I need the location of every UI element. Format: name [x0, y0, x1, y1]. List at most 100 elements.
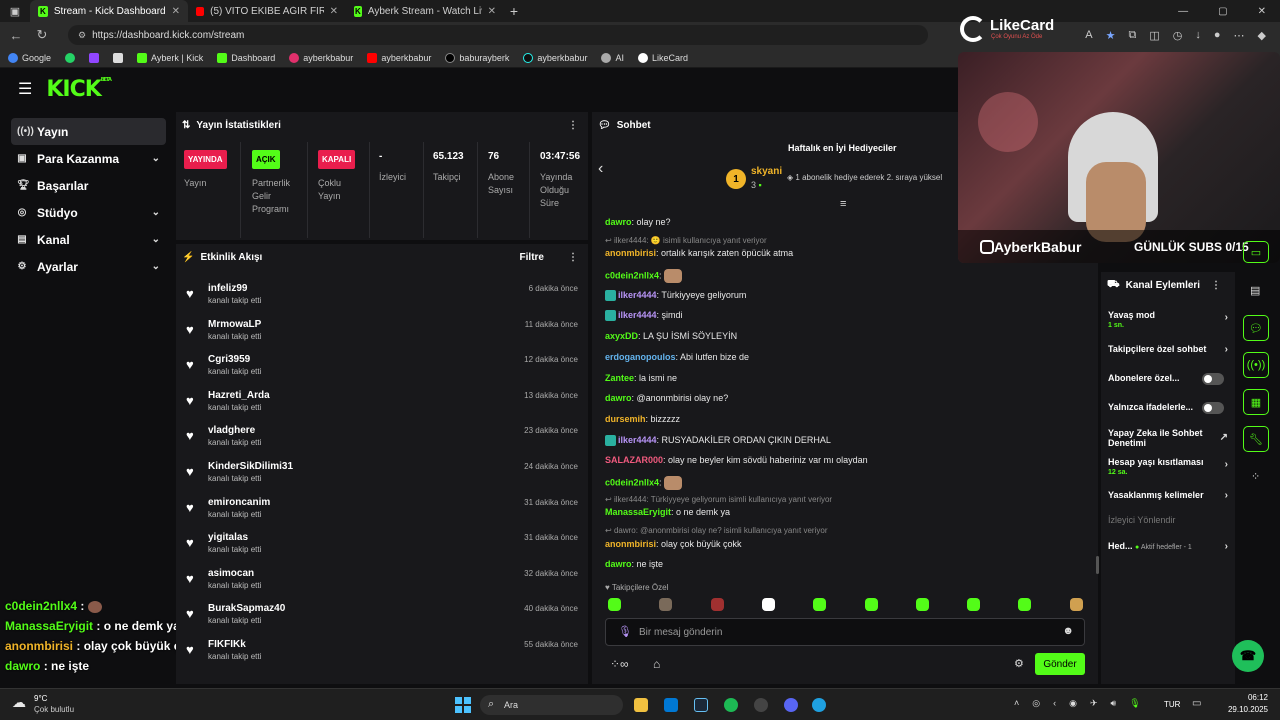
- close-icon[interactable]: ✕: [330, 6, 338, 17]
- kick-logo[interactable]: KICKBETA: [46, 77, 112, 102]
- quick-emote-icon[interactable]: [915, 598, 929, 611]
- quick-emote-icon[interactable]: [864, 598, 878, 611]
- back-icon[interactable]: ←: [8, 28, 24, 43]
- tab-youtube[interactable]: (5) VİTO EKİBE AĞIR FIRÇA ATIYOR ✕: [188, 0, 346, 22]
- sidebar-item-kanal[interactable]: ▤ Kanal ⌄: [11, 226, 166, 253]
- clock-time[interactable]: 06:12: [1226, 693, 1268, 702]
- file-explorer-icon[interactable]: [634, 698, 648, 712]
- filter-button[interactable]: Filtre: [520, 252, 544, 263]
- action-account-age[interactable]: Hesap yaşı kısıtlaması 12 sa. ›: [1108, 457, 1228, 476]
- tab-kick-dashboard[interactable]: K Stream - Kick Dashboard ✕: [30, 0, 188, 22]
- chat-username[interactable]: dawro: [605, 217, 632, 227]
- activity-user[interactable]: yigitalas: [208, 532, 248, 543]
- sidebar-item-studyo[interactable]: ◎ Stüdyo ⌄: [11, 199, 166, 226]
- chat-username[interactable]: ilker4444: [618, 435, 657, 445]
- chat-toggle-button[interactable]: 💬︎: [1243, 315, 1269, 341]
- action-followers-only[interactable]: Takipçilere özel sohbet ›: [1108, 344, 1228, 355]
- bookmark-likecard[interactable]: LikeCard: [637, 52, 688, 63]
- quick-emote-icon[interactable]: [761, 598, 775, 611]
- spotify-icon[interactable]: [724, 698, 738, 712]
- windows-start-icon[interactable]: [455, 697, 471, 713]
- activity-user[interactable]: emironcanim: [208, 497, 270, 508]
- activity-user[interactable]: FIKFIKk: [208, 639, 246, 650]
- chat-tools-icon[interactable]: ⁘∞: [610, 657, 629, 671]
- sidebar-item-yayin[interactable]: ((•)) Yayın: [11, 118, 166, 145]
- new-tab-icon[interactable]: +: [504, 0, 524, 22]
- bookmark-youtube[interactable]: ayberkbabur: [367, 52, 431, 63]
- tab-kick-watch[interactable]: K Ayberk Stream - Watch Live on Kick ✕: [346, 0, 504, 22]
- minimize-icon[interactable]: —: [1178, 6, 1188, 17]
- tray-icon[interactable]: ‹: [1053, 698, 1056, 709]
- quick-emote-icon[interactable]: [1018, 598, 1032, 611]
- close-icon[interactable]: ✕: [172, 6, 180, 17]
- more-tools-icon[interactable]: ⁘: [1251, 470, 1260, 483]
- chat-username[interactable]: dawro: [605, 559, 632, 569]
- url-field[interactable]: ⚙ https://dashboard.kick.com/stream: [68, 25, 928, 45]
- quick-emote-icon[interactable]: [1069, 598, 1083, 611]
- chat-input[interactable]: 🎙︎ Bir mesaj gönderin ☻: [605, 618, 1085, 646]
- collapse-icon[interactable]: ≡: [840, 198, 846, 210]
- chat-username[interactable]: SALAZAR000: [605, 455, 663, 465]
- weather-icon[interactable]: ☁︎: [12, 694, 26, 711]
- hamburger-menu-icon[interactable]: ☰: [18, 79, 32, 99]
- copilot-icon[interactable]: ◆: [1258, 29, 1266, 42]
- bookmark-whatsapp[interactable]: [65, 52, 76, 63]
- quick-emote-icon[interactable]: [967, 598, 981, 611]
- action-emotes-only[interactable]: Yalnızca ifadelerle...: [1108, 402, 1228, 414]
- activity-user[interactable]: KinderSikDilimi31: [208, 461, 293, 472]
- action-subscribers-only[interactable]: Abonelere özel...: [1108, 373, 1228, 385]
- bookmark-twitch[interactable]: [89, 52, 100, 63]
- send-button[interactable]: Gönder: [1035, 653, 1085, 675]
- quick-emote-icon[interactable]: [659, 598, 673, 611]
- chat-username[interactable]: c0dein2nllx4: [605, 270, 659, 280]
- broadcast-toggle-button[interactable]: ((•)): [1243, 352, 1269, 378]
- taskbar-search[interactable]: ⌕ Ara: [480, 695, 623, 715]
- clock-date[interactable]: 29.10.2025: [1226, 705, 1268, 714]
- bookmark-x[interactable]: baburayberk: [445, 52, 509, 63]
- bookmark-tiktok[interactable]: ayberkbabur: [523, 52, 587, 63]
- store-icon[interactable]: ⌂: [653, 657, 660, 671]
- quick-emote-icon[interactable]: [813, 598, 827, 611]
- top-gifter-name[interactable]: skyani: [751, 166, 782, 177]
- more-vertical-icon[interactable]: ⋮: [568, 120, 578, 131]
- layout-toggle-button[interactable]: ▦: [1243, 389, 1269, 415]
- chat-username[interactable]: ilker4444: [618, 290, 657, 300]
- chat-username[interactable]: dursemih: [605, 414, 646, 424]
- activity-user[interactable]: infeliz99: [208, 283, 247, 294]
- activity-user[interactable]: Cgri3959: [208, 354, 250, 365]
- tools-toggle-button[interactable]: 🔧︎: [1243, 426, 1269, 452]
- favorite-star-icon[interactable]: ★: [1106, 29, 1116, 42]
- history-icon[interactable]: ◷: [1173, 29, 1183, 42]
- chevron-up-icon[interactable]: ˄: [1014, 698, 1019, 709]
- chat-username[interactable]: c0dein2nllx4: [605, 477, 659, 487]
- quick-emote-icon[interactable]: [608, 598, 621, 611]
- network-icon[interactable]: ▭: [1192, 698, 1201, 709]
- bookmark-instagram[interactable]: ayberkbabur: [289, 52, 353, 63]
- chat-username[interactable]: anonmbirisi: [605, 248, 656, 258]
- activity-user[interactable]: Hazreti_Arda: [208, 390, 270, 401]
- action-goals[interactable]: Hed... ● Aktif hedefler - 1 ›: [1108, 541, 1228, 552]
- quick-emote-icon[interactable]: [710, 598, 724, 611]
- action-banned-words[interactable]: Yasaklanmış kelimeler ›: [1108, 490, 1228, 501]
- emoji-icon[interactable]: ☻: [1062, 625, 1074, 637]
- action-slow-mode[interactable]: Yavaş mod 1 sn. ›: [1108, 310, 1228, 329]
- refresh-icon[interactable]: ↻: [34, 27, 50, 43]
- chat-username[interactable]: ManassaEryigit: [605, 507, 671, 517]
- chat-username[interactable]: erdoganopoulos: [605, 352, 676, 362]
- chat-settings-icon[interactable]: ⚙: [1014, 657, 1024, 670]
- mic-icon[interactable]: 🎙︎: [1129, 698, 1140, 709]
- obs-icon[interactable]: [754, 698, 768, 712]
- bookmark-dashboard[interactable]: Dashboard: [217, 52, 275, 63]
- microphone-icon[interactable]: 🎙︎: [618, 625, 632, 638]
- bookmark-ayberk-kick[interactable]: Ayberk | Kick: [137, 52, 203, 63]
- language-indicator[interactable]: TUR: [1164, 700, 1180, 709]
- more-vertical-icon[interactable]: ⋮: [568, 252, 578, 263]
- chat-username[interactable]: anonmbirisi: [605, 539, 656, 549]
- tray-icon[interactable]: ◎: [1032, 698, 1040, 709]
- support-chat-button[interactable]: ☎︎: [1232, 640, 1264, 672]
- more-icon[interactable]: ⋯: [1234, 29, 1245, 42]
- tray-icon[interactable]: ◉: [1069, 698, 1077, 709]
- toggle-switch[interactable]: [1202, 373, 1224, 385]
- chat-scrollbar[interactable]: [1096, 556, 1099, 574]
- action-ai-moderation[interactable]: Yapay Zeka ile Sohbet Denetimi ↗: [1108, 428, 1228, 448]
